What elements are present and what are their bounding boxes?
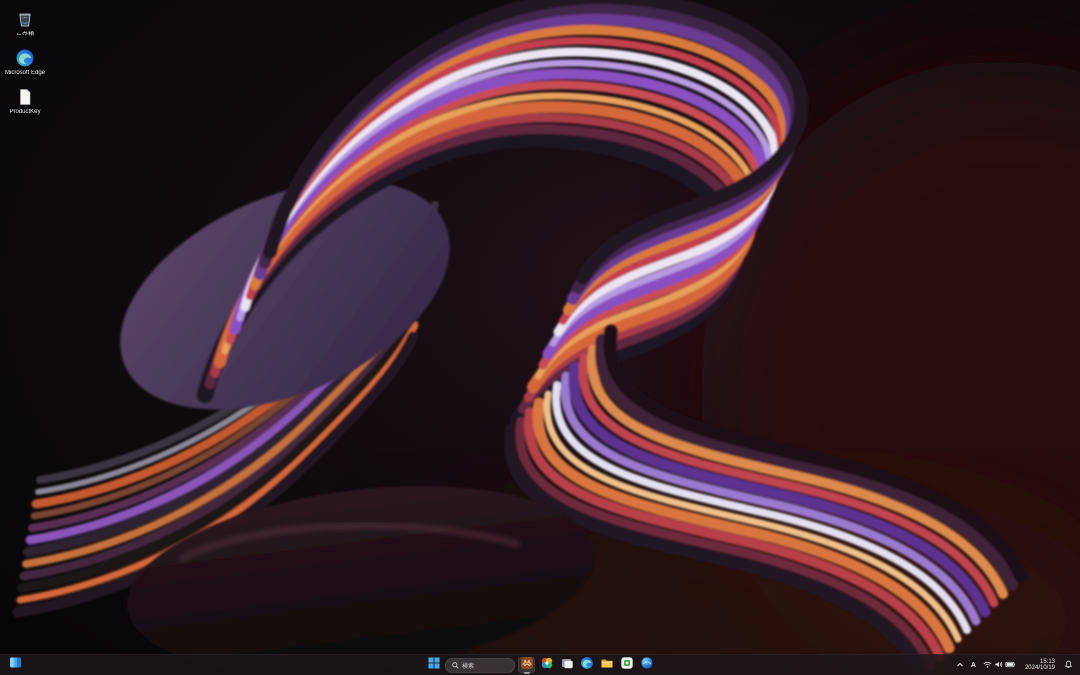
battery-icon <box>1005 656 1016 674</box>
edge-icon <box>14 47 36 69</box>
recycle-bin-icon <box>14 8 36 30</box>
notification-button[interactable] <box>1062 657 1075 673</box>
start-icon <box>428 656 440 674</box>
green-app-icon <box>620 656 634 675</box>
widgets-button[interactable] <box>7 657 24 673</box>
search-box[interactable]: 検索 <box>445 656 515 674</box>
quick-settings-button[interactable] <box>981 655 1018 675</box>
desktop-icon-recycle-bin[interactable]: ごみ箱 <box>2 6 48 40</box>
taskbar-app-active[interactable] <box>518 656 535 675</box>
photos-icon <box>540 656 554 675</box>
wifi-icon <box>983 656 992 674</box>
desktop-icon-label: Microsoft Edge <box>4 70 46 76</box>
desktop-icon-microsoft-edge[interactable]: Microsoft Edge <box>2 45 48 79</box>
desktop-screen: ごみ箱 Microsoft Edge ProductKey 検索 A 15:13… <box>0 0 1080 675</box>
window-app-icon <box>560 656 574 675</box>
search-placeholder: 検索 <box>462 663 475 670</box>
bell-icon <box>1064 656 1073 674</box>
volume-icon <box>994 656 1003 674</box>
taskbar-app-blue[interactable] <box>638 656 655 675</box>
tray-chevron-button[interactable] <box>954 657 966 673</box>
taskbar-app-file-explorer[interactable] <box>598 657 615 673</box>
desktop-icon-productkey[interactable]: ProductKey <box>2 84 48 118</box>
wallpaper <box>0 0 1080 675</box>
search-icon <box>452 656 459 674</box>
clock[interactable]: 15:13 2024/10/19 <box>1023 658 1057 672</box>
start-button[interactable] <box>425 657 442 673</box>
desktop-icon-list: ごみ箱 Microsoft Edge ProductKey <box>2 6 48 118</box>
edge-icon <box>580 656 594 675</box>
desktop-icon-label: ProductKey <box>9 109 41 115</box>
widgets-icon <box>9 656 22 674</box>
file-explorer-icon <box>600 656 614 675</box>
taskbar-app-photos[interactable] <box>538 657 555 673</box>
text-file-icon <box>14 86 36 108</box>
chevron-up-icon <box>956 656 964 674</box>
taskbar-app-window[interactable] <box>558 657 575 673</box>
ime-mode-indicator[interactable]: A <box>971 662 976 669</box>
taskbar: 検索 A 15:13 2024/10/19 <box>0 654 1080 675</box>
taskbar-app-edge[interactable] <box>578 656 595 675</box>
desktop-icon-label: ごみ箱 <box>15 31 34 37</box>
active-app-icon <box>520 656 534 675</box>
clock-date: 2024/10/19 <box>1024 665 1055 671</box>
taskbar-app-green[interactable] <box>618 656 635 675</box>
blue-app-icon <box>640 656 654 675</box>
